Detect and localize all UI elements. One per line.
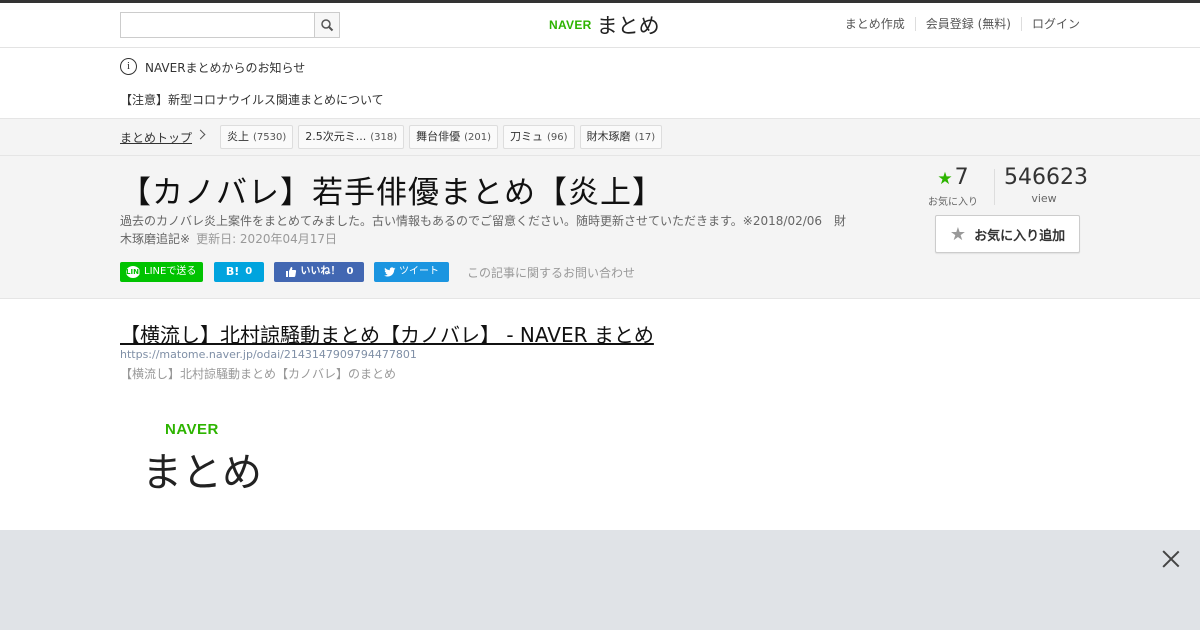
favorites-count: 7	[954, 165, 969, 190]
star-icon: ★	[937, 169, 953, 189]
tag-count: (96)	[547, 132, 568, 143]
tag-label: 炎上	[227, 130, 249, 143]
header-nav: まとめ作成 会員登録 (無料) ログイン	[845, 17, 1080, 31]
chevron-right-icon	[195, 129, 206, 140]
star-outline-icon: ★	[949, 223, 967, 245]
hatena-icon: B!	[225, 265, 240, 278]
tag-zaiki-takuma[interactable]: 財木琢磨 (17)	[579, 125, 663, 149]
thumbs-up-icon	[285, 267, 296, 277]
add-favorite-label: お気に入り追加	[974, 228, 1066, 244]
tag-toumyu[interactable]: 刀ミュ (96)	[503, 125, 575, 149]
nav-create-matome[interactable]: まとめ作成	[845, 17, 915, 31]
hatena-count: 0	[245, 266, 253, 277]
article-description: 過去のカノバレ炎上案件をまとめてみました。古い情報もあるのでご留意ください。随時…	[120, 212, 850, 248]
views-count: 546623	[1004, 165, 1088, 190]
hatena-bookmark-button[interactable]: B! 0	[214, 262, 264, 282]
search-button[interactable]	[314, 13, 339, 37]
tag-label: 2.5次元ミ...	[305, 130, 367, 143]
logo-brand: NAVER	[549, 18, 592, 32]
tag-enjou[interactable]: 炎上 (7530)	[220, 125, 294, 149]
line-icon: LINE	[126, 266, 144, 278]
tag-count: (17)	[634, 132, 656, 143]
tag-label: 舞台俳優	[416, 130, 461, 143]
favorites-count-row: ★7	[928, 166, 978, 191]
notice-area: i NAVERまとめからのお知らせ 【注意】新型コロナウイルス関連まとめについて	[0, 49, 1200, 118]
tweet-label: ツイート	[399, 266, 439, 277]
views-label: view	[1031, 192, 1057, 205]
facebook-like-button[interactable]: いいね！ 0	[274, 262, 364, 282]
tag-count: (318)	[370, 132, 398, 143]
tag-label: 刀ミュ	[510, 130, 544, 143]
info-icon: i	[120, 58, 137, 75]
search-icon	[321, 19, 334, 32]
thumbnail-logo-brand: NAVER	[165, 421, 219, 438]
thumbnail-logo-text: まとめ	[142, 450, 262, 496]
notice-link[interactable]: 【注意】新型コロナウイルス関連まとめについて	[120, 91, 384, 108]
ad-banner	[0, 530, 1200, 630]
tag-list: 炎上 (7530) 2.5次元ミ... (318) 舞台俳優 (201) 刀ミュ (96…	[220, 125, 663, 149]
facebook-like-count: 0	[346, 266, 354, 277]
tag-label: 財木琢磨	[586, 130, 631, 143]
search-box	[120, 12, 340, 38]
facebook-like-label: いいね！	[300, 266, 341, 277]
close-icon[interactable]	[1161, 548, 1181, 568]
twitter-tweet-button[interactable]: ツイート	[374, 262, 449, 282]
breadcrumb: まとめトップ 炎上 (7530) 2.5次元ミ... (318) 舞台俳優 (201)…	[0, 118, 1200, 156]
site-header: NAVER まとめ まとめ作成 会員登録 (無料) ログイン	[0, 3, 1200, 48]
page-title: 【カノバレ】若手俳優まとめ【炎上】	[120, 175, 664, 211]
line-share-label: LINEで送る	[144, 266, 197, 277]
search-input[interactable]	[121, 13, 315, 37]
article-header: 【カノバレ】若手俳優まとめ【炎上】 過去のカノバレ炎上案件をまとめてみました。古…	[0, 156, 1200, 299]
favorites-label: お気に入り	[928, 197, 978, 208]
site-logo[interactable]: NAVER まとめ	[549, 10, 660, 40]
linked-article-url[interactable]: https://matome.naver.jp/odai/21431479097…	[120, 348, 417, 361]
contact-link[interactable]: この記事に関するお問い合わせ	[467, 264, 635, 281]
logo-text: まとめ	[596, 14, 660, 38]
stat-divider	[994, 169, 995, 205]
views-stat: 546623 view	[1004, 165, 1088, 206]
nav-register[interactable]: 会員登録 (無料)	[914, 17, 1021, 31]
linked-article-subtitle: 【横流し】北村諒騒動まとめ【カノバレ】のまとめ	[120, 367, 397, 381]
tag-butai-haiyu[interactable]: 舞台俳優 (201)	[409, 125, 499, 149]
add-favorite-button[interactable]: ★ お気に入り追加	[935, 215, 1080, 253]
breadcrumb-top-link[interactable]: まとめトップ	[120, 129, 192, 146]
nav-login[interactable]: ログイン	[1020, 17, 1080, 31]
linked-article-title[interactable]: 【横流し】北村諒騒動まとめ【カノバレ】 - NAVER まとめ	[120, 319, 654, 348]
tag-25jigen[interactable]: 2.5次元ミ... (318)	[298, 125, 405, 149]
share-buttons: LINE LINEで送る B! 0 いいね！ 0 ツイート この記事に関するお問…	[120, 262, 635, 282]
tag-count: (7530)	[253, 132, 287, 143]
updated-date: 更新日: 2020年04月17日	[196, 232, 337, 246]
favorites-stat: ★7 お気に入り	[928, 166, 978, 209]
line-share-button[interactable]: LINE LINEで送る	[120, 262, 203, 282]
twitter-bird-icon	[384, 266, 396, 276]
linked-article-thumbnail[interactable]: NAVER まとめ	[120, 403, 280, 503]
notice-title: NAVERまとめからのお知らせ	[145, 61, 306, 75]
tag-count: (201)	[464, 132, 492, 143]
